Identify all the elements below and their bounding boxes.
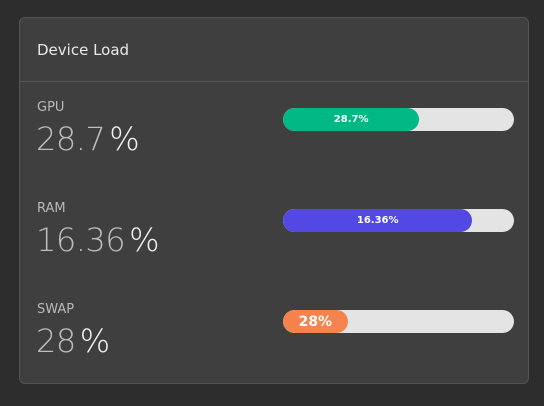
metric-ram: RAM 16.36% 16.36% (20, 201, 528, 291)
metric-unit: % (129, 221, 160, 259)
metric-unit: % (79, 322, 110, 360)
progress-bar-ram: 16.36% (283, 209, 514, 232)
metric-swap: SWAP 28% 28% (20, 302, 528, 392)
metric-label: RAM (37, 201, 66, 216)
metric-value: 28.7% (36, 120, 140, 158)
card-title: Device Load (37, 40, 130, 59)
progress-fill: 16.36% (283, 209, 473, 232)
progress-bar-swap: 28% (283, 310, 514, 333)
progress-bar-gpu: 28.7% (283, 108, 514, 131)
progress-fill: 28.7% (283, 108, 420, 131)
metric-label: SWAP (37, 302, 75, 317)
card-header: Device Load (20, 18, 528, 82)
metric-gpu: GPU 28.7% 28.7% (20, 100, 528, 190)
progress-fill: 28% (283, 310, 348, 333)
metric-value: 16.36% (36, 221, 160, 259)
metric-unit: % (109, 120, 140, 158)
metric-label: GPU (37, 100, 65, 115)
device-load-card: Device Load GPU 28.7% 28.7% RAM 16.36% 1… (19, 17, 529, 384)
metric-value: 28% (36, 322, 110, 360)
